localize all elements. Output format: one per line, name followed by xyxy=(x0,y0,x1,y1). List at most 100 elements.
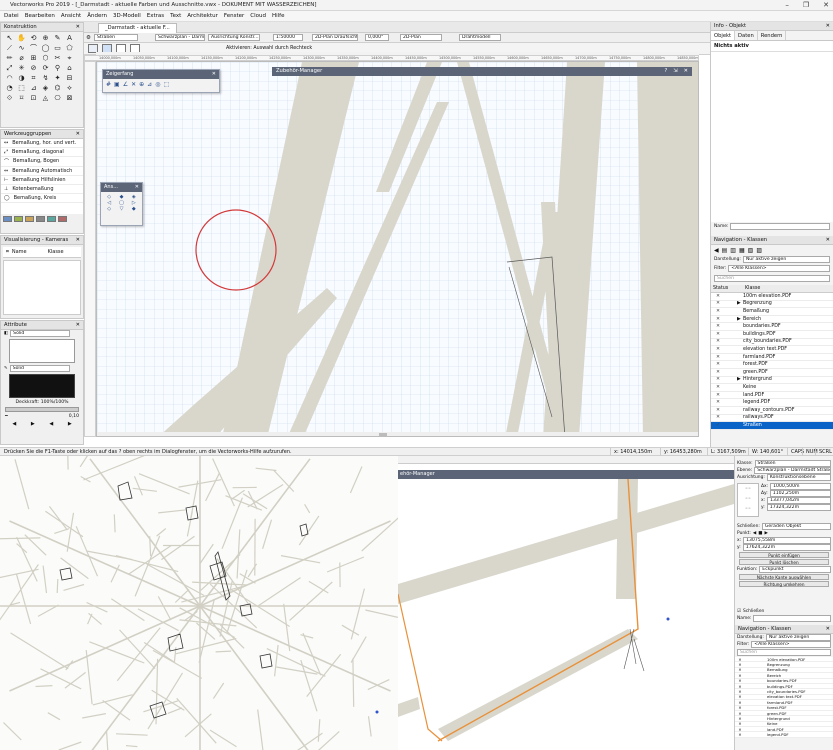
drawing-tool-icon[interactable]: ⟐ xyxy=(4,94,15,103)
insert-point-button[interactable]: Punkt einfügen xyxy=(739,552,829,558)
drawing-tool-icon[interactable]: ⊡ xyxy=(28,94,39,103)
drawing-tool-icon[interactable]: ⌀ xyxy=(16,54,27,63)
snap-smart-icon[interactable]: ⊿ xyxy=(147,81,152,88)
pin-icon[interactable]: ⇲ xyxy=(673,68,677,75)
layer-icon[interactable]: ⚙ xyxy=(86,35,91,41)
class-row[interactable]: ✓ Straßen xyxy=(711,422,833,430)
visibility-icon[interactable]: ✕ xyxy=(735,662,745,667)
drawing-tool-icon[interactable]: ⎔ xyxy=(52,94,63,103)
toolset-icon[interactable] xyxy=(3,216,12,222)
drawing-tool-icon[interactable]: ⬠ xyxy=(64,44,75,53)
drawing-tool-icon[interactable]: ⬚ xyxy=(16,84,27,93)
visibility-icon[interactable]: ✕ xyxy=(735,673,745,678)
document-tab[interactable]: _Darmstadt - aktuelle F... xyxy=(98,23,177,33)
tool-item[interactable]: ⊥ Kotenbemaßung xyxy=(1,185,83,195)
toolset-icon[interactable] xyxy=(14,216,23,222)
drawing-tool-icon[interactable]: ✂ xyxy=(52,54,63,63)
close-icon[interactable]: ✕ xyxy=(684,68,688,75)
filter-combo[interactable]: <Alle Klassen> xyxy=(728,265,830,272)
drawing-tool-icon[interactable]: ✦ xyxy=(52,74,63,83)
visibility-icon[interactable]: ✕ xyxy=(711,377,725,382)
class-row[interactable]: ✕ green.PDF xyxy=(711,369,833,377)
scale-combo[interactable]: 1:50000 xyxy=(272,34,303,41)
nav-search-input-2[interactable]: Suchen xyxy=(737,649,831,656)
schliessen-combo[interactable]: Geraden Objekt xyxy=(761,523,831,530)
class-row[interactable]: ✕ legend.PDF xyxy=(711,399,833,407)
snap-grid-icon[interactable]: # xyxy=(106,81,111,88)
tab-objekt[interactable]: Objekt xyxy=(711,31,736,40)
menu-3d-modell[interactable]: 3D-Modell xyxy=(113,13,141,19)
drawing-tool-icon[interactable]: ✏ xyxy=(4,54,15,63)
palette-close-icon[interactable]: ✕ xyxy=(826,626,830,632)
toolset-icon[interactable] xyxy=(36,216,45,222)
drawing-tool-icon[interactable]: ⟋ xyxy=(4,44,15,53)
drawing-tool-icon[interactable]: ⊕ xyxy=(40,34,51,43)
tool-item[interactable]: ↔ Bemaßung, hor. und vert. xyxy=(1,139,83,149)
drawing-tool-icon[interactable]: ⊞ xyxy=(28,54,39,63)
visibility-icon[interactable]: ✓ xyxy=(711,423,725,428)
class-row[interactable]: ✕ city_boundaries.PDF xyxy=(711,339,833,347)
visibility-icon[interactable]: ✕ xyxy=(735,678,745,683)
visibility-icon[interactable]: ✕ xyxy=(711,332,725,337)
nav-layers-icon[interactable]: ▥ xyxy=(730,247,736,254)
visibility-icon[interactable]: ✕ xyxy=(711,393,725,398)
palette-close-icon[interactable]: ✕ xyxy=(135,184,139,191)
class-row[interactable]: ✕ land.PDF xyxy=(711,392,833,400)
tool-item[interactable]: ⌒ Bemaßung, Bogen xyxy=(1,157,83,167)
name-field-2[interactable] xyxy=(753,615,831,622)
prev-point-icon[interactable]: ◀ xyxy=(753,531,756,536)
visibility-icon[interactable]: ✕ xyxy=(711,362,725,367)
schliessen-checkbox[interactable]: ☑ xyxy=(737,609,741,614)
ausrichtung-combo[interactable]: Konstruktionsebene xyxy=(766,474,831,481)
drawing-tool-icon[interactable]: ⌑ xyxy=(16,94,27,103)
expand-arrow-icon[interactable]: ▶ xyxy=(725,317,741,322)
visibility-icon[interactable]: ✕ xyxy=(711,400,725,405)
drawing-tool-icon[interactable]: ▭ xyxy=(52,44,63,53)
arrow-right-icon[interactable]: ▶ xyxy=(31,421,35,427)
class-row[interactable]: ✕ legend.PDF xyxy=(735,732,833,738)
drawing-tool-icon[interactable]: ✳ xyxy=(16,64,27,73)
drawing-tool-icon[interactable]: ⬡ xyxy=(40,54,51,63)
expand-arrow-icon[interactable]: ▶ xyxy=(725,301,741,306)
fill-preview[interactable] xyxy=(9,339,75,363)
col-status[interactable]: Status xyxy=(711,286,735,291)
visibility-icon[interactable]: ✕ xyxy=(711,324,725,329)
palette-close-icon[interactable]: ✕ xyxy=(76,24,80,30)
coord-field[interactable]: 1000,500m xyxy=(770,483,831,490)
reference-point-icon[interactable]: ◦◦ ◦◦ ◦◦ xyxy=(737,483,759,517)
drawing-tool-icon[interactable]: ✎ xyxy=(52,34,63,43)
visibility-icon[interactable]: ✕ xyxy=(711,317,725,322)
visibility-icon[interactable]: ✕ xyxy=(735,732,745,737)
visibility-icon[interactable]: ✕ xyxy=(735,711,745,716)
palette-close-icon[interactable]: ✕ xyxy=(76,322,80,328)
drawing-tool-icon[interactable]: ✋ xyxy=(16,34,27,43)
class-row[interactable]: ✕ ▶ Hintergrund xyxy=(711,377,833,385)
coord-field[interactable]: 13377,042m xyxy=(767,497,831,504)
coord-field[interactable]: 1102,250m xyxy=(769,490,831,497)
snap-object-icon[interactable]: ▣ xyxy=(114,81,120,88)
drawing-tool-icon[interactable]: ◠ xyxy=(4,74,15,83)
drawing-tool-icon[interactable]: ⌗ xyxy=(28,74,39,83)
tool-item[interactable]: ◯ Bemaßung, Kreis xyxy=(1,194,83,204)
tab-rendern[interactable]: Rendern xyxy=(758,31,787,40)
menu-hilfe[interactable]: Hilfe xyxy=(272,13,285,19)
class-row[interactable]: ✕ farmland.PDF xyxy=(711,354,833,362)
funktion-combo[interactable]: Eckpunkt xyxy=(759,566,831,573)
snap-intersect-icon[interactable]: ✕ xyxy=(131,81,136,88)
visibility-icon[interactable]: ✕ xyxy=(735,700,745,705)
snap-tangent-icon[interactable]: ◎ xyxy=(155,81,160,88)
view-iso-icon[interactable]: ◆ xyxy=(128,206,140,212)
nav-back-icon[interactable]: ◀ xyxy=(714,247,719,254)
nav-search-input[interactable]: Suchen xyxy=(714,275,830,282)
class-row[interactable]: ✕ railways.PDF xyxy=(711,415,833,423)
visibility-icon[interactable]: ✕ xyxy=(735,657,745,662)
nav-classes-icon[interactable]: ▤ xyxy=(722,247,728,254)
class-combo[interactable]: Straßen xyxy=(93,34,138,41)
palette-close-icon[interactable]: ✕ xyxy=(826,237,830,243)
menu-fenster[interactable]: Fenster xyxy=(224,13,244,19)
angle-field[interactable]: 0,000° xyxy=(364,34,389,41)
visibility-icon[interactable]: ✕ xyxy=(711,370,725,375)
class-row[interactable]: ✕ ▶ Bereich xyxy=(711,316,833,324)
snap-distance-icon[interactable]: ⊕ xyxy=(139,81,144,88)
visibility-icon[interactable]: ✕ xyxy=(735,727,745,732)
